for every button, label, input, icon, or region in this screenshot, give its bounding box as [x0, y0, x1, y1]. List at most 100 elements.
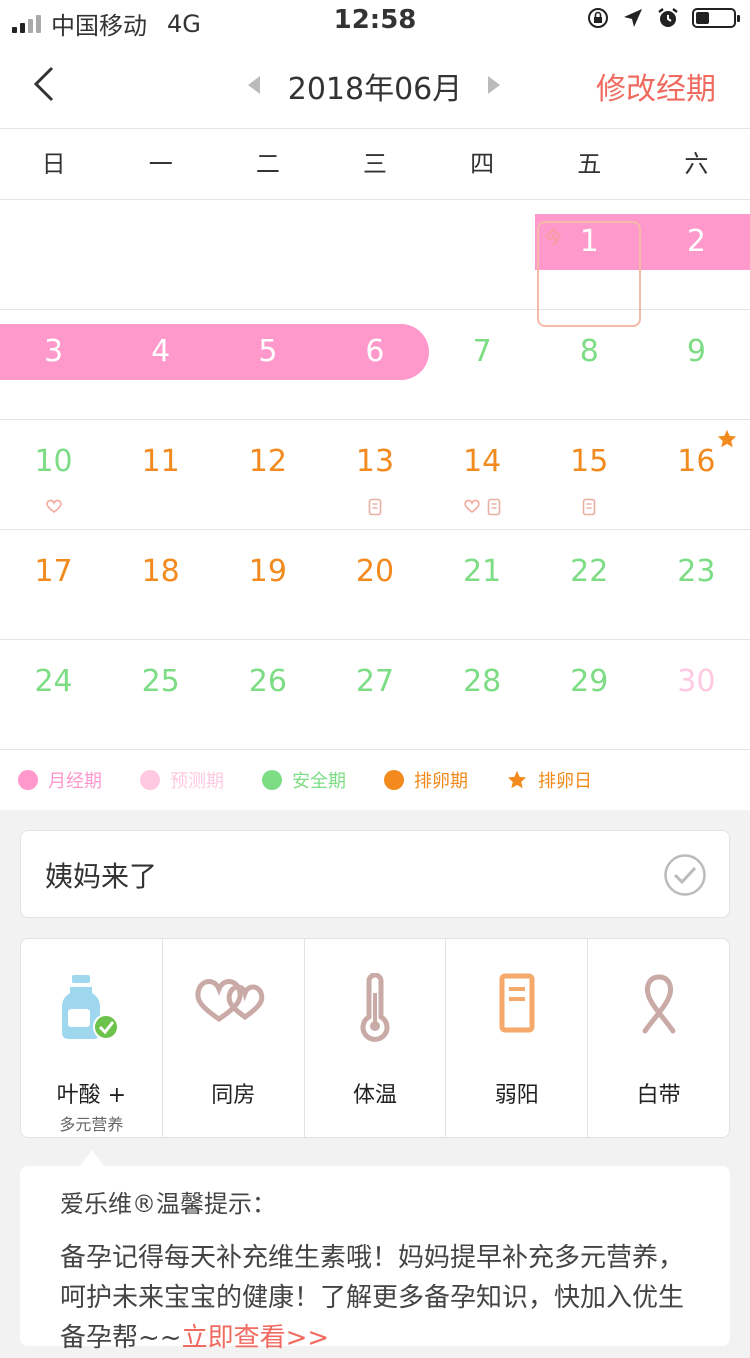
weekday-fri: 五 — [577, 150, 602, 178]
heart-icon — [464, 499, 480, 513]
nav-bar: 2018年06月 修改经期 — [0, 40, 750, 129]
location-icon — [624, 9, 642, 27]
day-number: 11 — [141, 444, 180, 479]
battery-icon — [692, 8, 740, 28]
day-cell-today[interactable]: 15 — [536, 420, 643, 530]
weekday-wed: 三 — [362, 150, 387, 178]
day-number: 14 — [463, 444, 502, 479]
legend-safe: 安全期 — [262, 767, 346, 793]
period-arrived-card[interactable]: 姨妈来了 — [20, 830, 730, 918]
day-cell[interactable]: 25 — [107, 640, 214, 750]
day-cell[interactable]: 22 — [536, 530, 643, 640]
tip-title: 爱乐维®温馨提示： — [60, 1190, 276, 1218]
edit-period-button[interactable]: 修改经期 — [596, 64, 716, 108]
test-strip-mark-icon — [582, 498, 596, 516]
day-cell[interactable]: 24 — [0, 640, 107, 750]
tool-intercourse[interactable]: 同房 — [163, 939, 305, 1137]
calendar-week: 10 11 12 13 14 15 16 — [0, 420, 750, 530]
weekday-header: 日 一 二 三 四 五 六 — [0, 129, 750, 200]
tool-label: 白带 — [636, 1083, 681, 1108]
day-number: 15 — [570, 444, 609, 479]
tip-link[interactable]: 立即查看>> — [182, 1323, 330, 1353]
thermometer-icon — [360, 973, 390, 1042]
day-number: 5 — [258, 334, 278, 369]
day-cell[interactable]: 10 — [0, 420, 107, 530]
test-strip-icon — [499, 973, 535, 1033]
day-number: 25 — [141, 664, 180, 699]
month-title: 2018年06月 — [287, 72, 463, 107]
day-number: 27 — [355, 664, 395, 699]
star-icon — [507, 770, 527, 789]
day-number: 10 — [34, 444, 73, 479]
tool-label: 体温 — [352, 1083, 397, 1108]
tool-folic-acid[interactable]: 叶酸 + 多元营养 — [21, 939, 163, 1137]
day-cell[interactable]: 30 — [643, 640, 750, 750]
legend: 月经期 预测期 安全期 排卵期 排卵日 — [0, 750, 750, 810]
ovulation-dot-icon — [384, 770, 404, 790]
tool-label: 同房 — [211, 1083, 256, 1108]
weekday-tue: 二 — [255, 150, 280, 178]
weekday-sun: 日 — [41, 150, 66, 178]
legend-ovulation: 排卵期 — [384, 767, 468, 793]
ovulation-day-star-icon — [717, 429, 737, 448]
day-number: 18 — [141, 554, 180, 589]
predicted-dot-icon — [140, 770, 160, 790]
day-cell[interactable]: 14 — [429, 420, 536, 530]
day-number: 7 — [472, 334, 492, 369]
day-cell[interactable]: 19 — [214, 530, 321, 640]
today-label: 今 — [544, 228, 562, 249]
legend-period: 月经期 — [18, 767, 102, 793]
day-cell[interactable]: 27 — [321, 640, 428, 750]
day-number: 19 — [248, 554, 287, 589]
weekday-mon: 一 — [148, 150, 173, 178]
day-cell[interactable]: 5 — [214, 310, 321, 420]
day-cell[interactable]: 11 — [107, 420, 214, 530]
day-cell[interactable]: 18 — [107, 530, 214, 640]
weekday-sat: 六 — [684, 150, 709, 178]
day-cell[interactable]: 23 — [643, 530, 750, 640]
day-cell[interactable]: 2 — [643, 200, 750, 310]
day-number: 29 — [570, 664, 609, 699]
day-cell[interactable]: 6 — [321, 310, 428, 420]
day-number: 8 — [579, 334, 599, 369]
day-cell[interactable]: 29 — [536, 640, 643, 750]
day-cell[interactable]: 9 — [643, 310, 750, 420]
day-cell[interactable]: 3 — [0, 310, 107, 420]
legend-ovulation-day: 排卵日 — [506, 767, 592, 793]
test-strip-mark-icon — [487, 498, 501, 516]
double-heart-icon — [195, 979, 265, 1023]
day-number: 24 — [34, 664, 73, 699]
safe-dot-icon — [262, 770, 282, 790]
day-cell[interactable]: 28 — [429, 640, 536, 750]
tool-discharge[interactable]: 白带 — [588, 939, 729, 1137]
day-cell[interactable]: 7 — [429, 310, 536, 420]
day-number: 2 — [686, 224, 706, 259]
day-number: 17 — [34, 554, 73, 589]
tool-label: 弱阳 — [494, 1083, 539, 1108]
calendar-week: 24 25 26 27 28 29 30 — [0, 640, 750, 750]
weekday-thu: 四 — [470, 150, 495, 178]
day-cell[interactable]: 12 — [214, 420, 321, 530]
ribbon-icon — [642, 974, 676, 1034]
tool-sublabel: 多元营养 — [59, 1115, 124, 1134]
day-cell[interactable]: 21 — [429, 530, 536, 640]
tool-label: 叶酸 + — [56, 1083, 127, 1108]
tool-temperature[interactable]: 体温 — [305, 939, 447, 1137]
tip-card: 爱乐维®温馨提示： 备孕记得每天补充维生素哦！妈妈提早补充多元营养，呵护未来宝宝… — [20, 1166, 730, 1353]
check-circle-icon[interactable] — [663, 853, 707, 897]
day-number: 21 — [463, 554, 502, 589]
day-cell[interactable]: 17 — [0, 530, 107, 640]
day-number: 23 — [677, 554, 716, 589]
calendar-week: 17 18 19 20 21 22 23 — [0, 530, 750, 640]
day-cell[interactable]: 26 — [214, 640, 321, 750]
next-month-icon[interactable] — [488, 76, 500, 94]
day-cell[interactable]: 13 — [321, 420, 428, 530]
day-number: 20 — [355, 554, 395, 589]
day-cell[interactable]: 4 — [107, 310, 214, 420]
day-number: 30 — [677, 664, 716, 699]
tip-pointer — [80, 1150, 104, 1166]
tool-weak-positive[interactable]: 弱阳 — [446, 939, 589, 1137]
bottle-icon — [62, 975, 120, 1040]
calendar-week: 3 4 5 6 7 8 9 — [0, 310, 750, 420]
day-cell[interactable]: 20 — [321, 530, 428, 640]
